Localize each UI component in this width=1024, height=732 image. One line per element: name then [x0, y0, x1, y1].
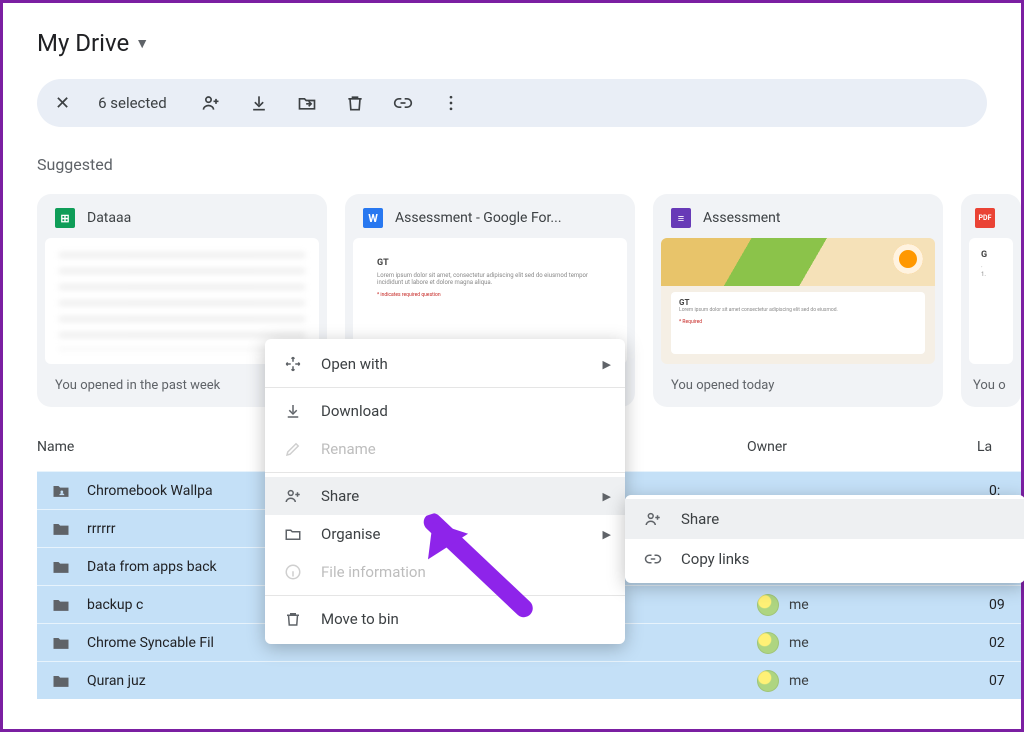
trash-icon[interactable] [345, 93, 365, 113]
share-submenu: Share Copy links [625, 495, 1024, 583]
suggested-label: Suggested [37, 155, 1021, 174]
file-owner: me [757, 670, 989, 692]
folder-icon [51, 595, 71, 615]
menu-label: Organise [321, 525, 380, 543]
link-icon[interactable] [393, 93, 413, 113]
file-lastmod: 02 [989, 635, 1021, 651]
menu-label: Share [681, 510, 719, 528]
chevron-right-icon: ▶ [603, 358, 611, 371]
close-icon[interactable]: ✕ [55, 93, 70, 114]
pdf-icon: PDF [975, 208, 995, 228]
trash-icon [283, 610, 303, 628]
organise-icon [283, 525, 303, 543]
file-lastmod: 09 [989, 597, 1021, 613]
menu-label: Move to bin [321, 610, 399, 628]
selection-count: 6 selected [98, 94, 167, 112]
file-owner: me [757, 632, 989, 654]
avatar [757, 670, 779, 692]
caret-down-icon: ▼ [135, 35, 149, 52]
rename-icon [283, 440, 303, 458]
forms-icon: ≡ [671, 208, 691, 228]
share-icon [643, 510, 663, 528]
folder-shared-icon [51, 481, 71, 501]
menu-label: Rename [321, 440, 376, 458]
file-name: Quran juz [87, 673, 757, 689]
menu-label: Copy links [681, 550, 749, 568]
menu-label: Share [321, 487, 359, 505]
folder-icon [51, 633, 71, 653]
card-title: Dataaa [87, 210, 131, 226]
card-footer: You opened today [653, 364, 943, 407]
file-lastmod: 07 [989, 673, 1021, 689]
card-preview: GTLorem ipsum dolor sit amet consectetur… [661, 238, 935, 364]
suggested-card[interactable]: ≡ Assessment GTLorem ipsum dolor sit ame… [653, 194, 943, 407]
selection-toolbar: ✕ 6 selected [37, 79, 987, 127]
table-row[interactable]: Quran juz me 07 [37, 661, 1021, 699]
folder-icon [51, 671, 71, 691]
avatar [757, 632, 779, 654]
menu-open-with[interactable]: Open with ▶ [265, 345, 625, 383]
menu-label: Download [321, 402, 388, 420]
sheets-icon: ⊞ [55, 208, 75, 228]
share-icon [283, 487, 303, 505]
suggested-card[interactable]: PDF G·1. You o [961, 194, 1021, 407]
info-icon [283, 563, 303, 581]
card-footer: You o [961, 364, 1021, 407]
share-person-icon[interactable] [201, 93, 221, 113]
col-owner[interactable]: Owner [747, 439, 977, 455]
card-title: Assessment [703, 210, 780, 226]
folder-icon [51, 557, 71, 577]
card-preview: G·1. [969, 238, 1013, 364]
breadcrumb-title: My Drive [37, 29, 129, 57]
file-owner: me [757, 594, 989, 616]
menu-label: Open with [321, 355, 388, 373]
menu-label: File information [321, 563, 426, 581]
col-last[interactable]: La [977, 439, 992, 455]
chevron-right-icon: ▶ [603, 490, 611, 503]
download-icon[interactable] [249, 93, 269, 113]
docs-icon: W [363, 208, 383, 228]
card-title: Assessment - Google For... [395, 210, 562, 226]
menu-rename: Rename [265, 430, 625, 468]
move-icon[interactable] [297, 93, 317, 113]
folder-icon [51, 519, 71, 539]
chevron-right-icon: ▶ [603, 528, 611, 541]
download-icon [283, 402, 303, 420]
menu-download[interactable]: Download [265, 392, 625, 430]
submenu-copy-links[interactable]: Copy links [625, 539, 1024, 579]
more-icon[interactable] [441, 93, 461, 113]
avatar [757, 594, 779, 616]
submenu-share[interactable]: Share [625, 499, 1024, 539]
open-with-icon [283, 355, 303, 373]
breadcrumb[interactable]: My Drive ▼ [3, 3, 1021, 57]
link-icon [643, 550, 663, 568]
